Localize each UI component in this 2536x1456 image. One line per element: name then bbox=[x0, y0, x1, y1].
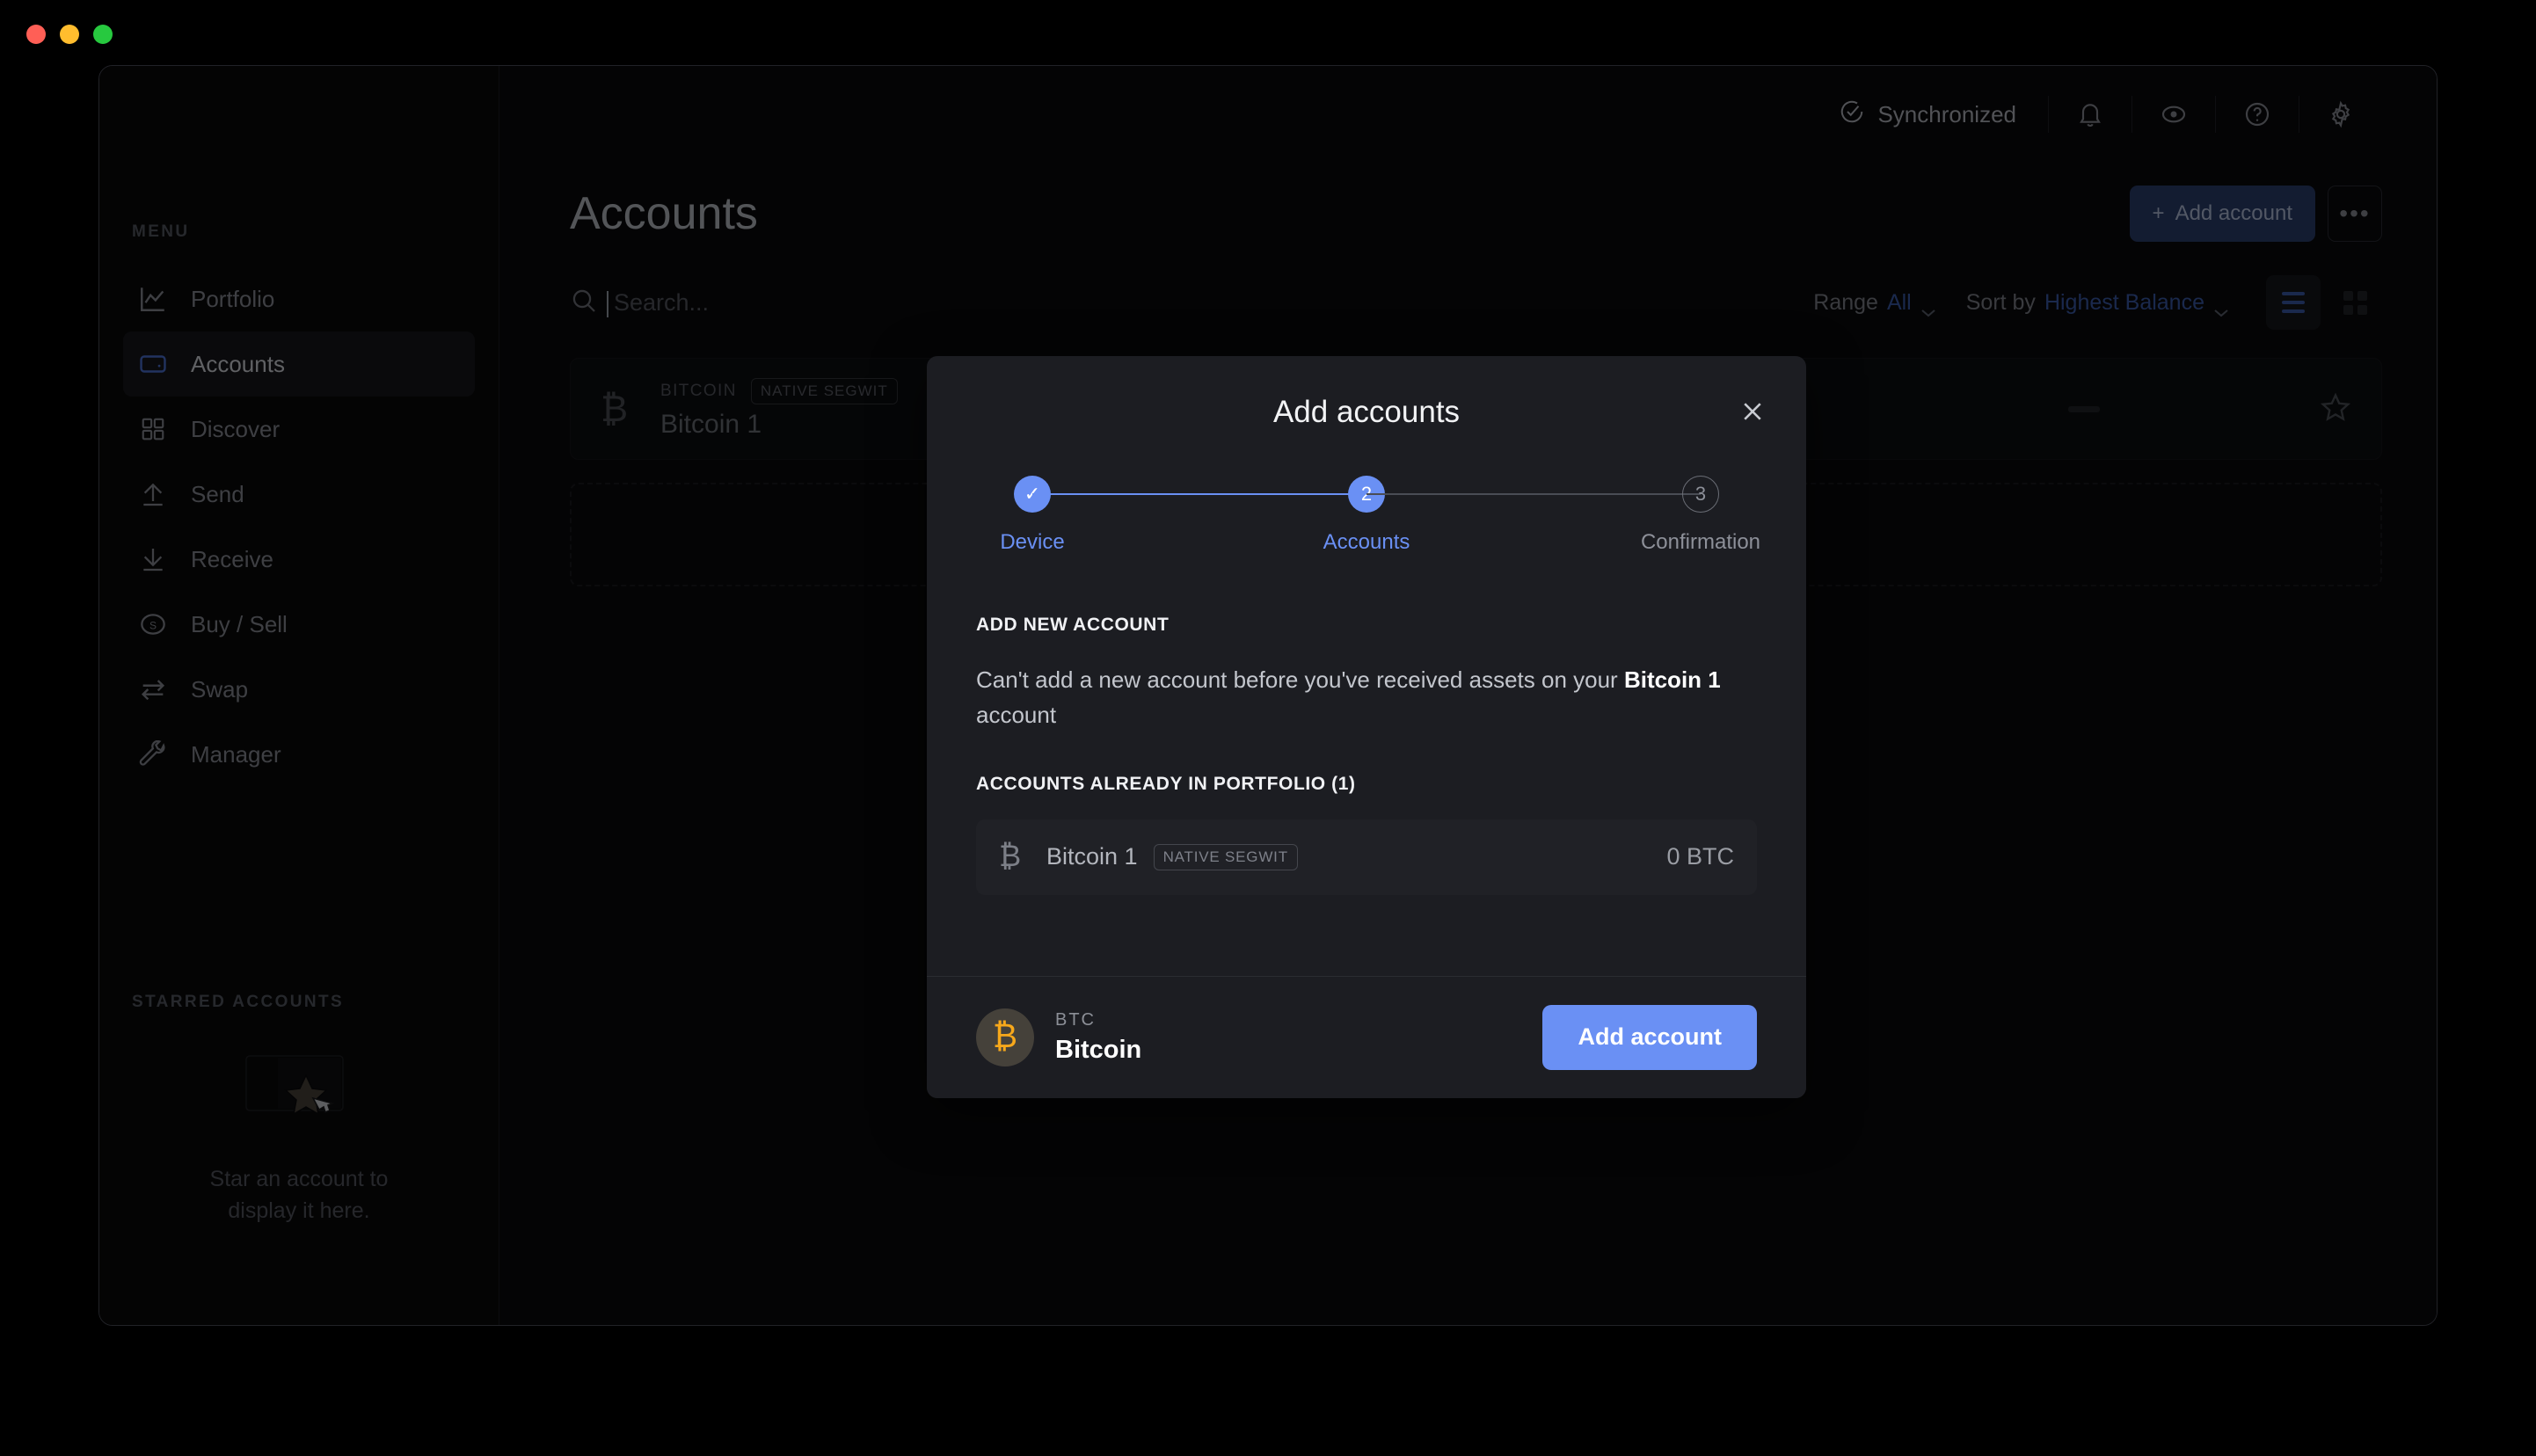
bitcoin-symbol: ₿ bbox=[992, 1018, 1018, 1056]
portfolio-account-list: ₿ Bitcoin 1 NATIVE SEGWIT 0 BTC bbox=[976, 819, 1757, 895]
step-marker: 3 bbox=[1682, 476, 1719, 513]
add-accounts-modal: Add accounts ✓ Device 2 Accounts 3 Confi… bbox=[927, 356, 1806, 1098]
step-label: Confirmation bbox=[1640, 530, 1761, 554]
close-icon[interactable] bbox=[1738, 397, 1767, 426]
window-traffic-lights bbox=[26, 25, 113, 44]
stepper-connector bbox=[1032, 493, 1366, 495]
account-balance: 0 BTC bbox=[1666, 843, 1734, 870]
modal-header: Add accounts bbox=[927, 356, 1806, 430]
modal-footer: ₿ BTC Bitcoin Add account bbox=[927, 975, 1806, 1098]
coin-meta: BTC Bitcoin bbox=[1055, 1010, 1141, 1065]
bitcoin-avatar-icon: ₿ bbox=[976, 1008, 1034, 1067]
window-close-button[interactable] bbox=[26, 25, 46, 44]
step-label: Accounts bbox=[1323, 530, 1410, 554]
modal-body: ADD NEW ACCOUNT Can't add a new account … bbox=[927, 555, 1806, 976]
cannot-add-prefix: Can't add a new account before you've re… bbox=[976, 666, 1624, 693]
cannot-add-account-name: Bitcoin 1 bbox=[1623, 666, 1721, 693]
bitcoin-icon: ₿ bbox=[999, 840, 1022, 874]
modal-add-account-button[interactable]: Add account bbox=[1542, 1004, 1757, 1070]
cannot-add-suffix: account bbox=[976, 702, 1057, 729]
status-badge: NATIVE SEGWIT bbox=[1153, 843, 1298, 870]
stepper: ✓ Device 2 Accounts 3 Confirmation bbox=[927, 476, 1806, 555]
stepper-connector bbox=[1366, 493, 1701, 495]
coin-ticker: BTC bbox=[1055, 1009, 1096, 1030]
portfolio-accounts-heading: ACCOUNTS ALREADY IN PORTFOLIO (1) bbox=[976, 773, 1356, 794]
step-label: Device bbox=[1000, 530, 1065, 554]
add-new-account-heading: ADD NEW ACCOUNT bbox=[976, 615, 1170, 635]
list-item[interactable]: ₿ Bitcoin 1 NATIVE SEGWIT 0 BTC bbox=[976, 819, 1757, 895]
modal-title: Add accounts bbox=[1272, 395, 1461, 429]
account-name: Bitcoin 1 bbox=[1046, 843, 1138, 870]
coin-name: Bitcoin bbox=[1055, 1035, 1142, 1064]
cannot-add-message: Can't add a new account before you've re… bbox=[976, 662, 1732, 733]
window-minimize-button[interactable] bbox=[60, 25, 79, 44]
app-window: MENU Portfolio Accounts Discover Send bbox=[98, 65, 2438, 1326]
window-maximize-button[interactable] bbox=[93, 25, 113, 44]
